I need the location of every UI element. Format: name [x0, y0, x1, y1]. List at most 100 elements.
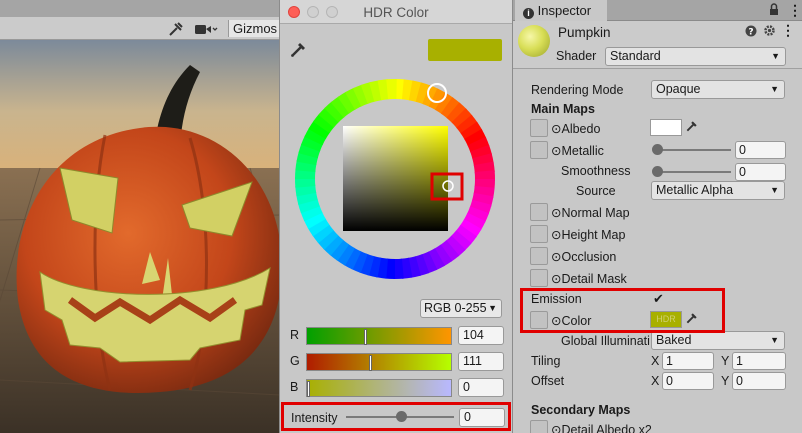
inspector-panel: i Inspector ⋮ Pumpkin ? ⋮ Shader Standar…	[513, 0, 802, 433]
source-label: Source	[576, 184, 616, 198]
metallic-value-field[interactable]: 0	[735, 141, 786, 159]
info-icon: i	[523, 8, 534, 19]
gizmos-button[interactable]: Gizmos	[228, 20, 280, 37]
detail-albedo-row-label: ⊙Detail Albedo x2	[551, 422, 652, 433]
offset-x-label: X	[651, 374, 660, 388]
material-preview-ball	[518, 25, 550, 57]
tiling-y-label: Y	[721, 354, 730, 368]
occlusion-label: Occlusion	[561, 250, 617, 264]
metallic-texture-slot[interactable]	[530, 141, 548, 159]
hue-wheel[interactable]	[287, 79, 507, 279]
color-mode-select[interactable]: RGB 0-255 ▼	[420, 299, 502, 318]
chevron-down-icon: ▼	[770, 335, 779, 345]
camera-icon[interactable]	[194, 20, 218, 37]
shader-label: Shader	[556, 49, 597, 63]
g-slider-handle[interactable]	[369, 355, 372, 371]
g-label: G	[290, 354, 300, 368]
chevron-down-icon: ▼	[771, 51, 780, 61]
settings-icon[interactable]	[763, 24, 776, 40]
occlusion-row-label: ⊙Occlusion	[551, 249, 616, 264]
normal-map-row-label: ⊙Normal Map	[551, 205, 630, 220]
source-select[interactable]: Metallic Alpha ▼	[651, 181, 785, 200]
main-maps-title: Main Maps	[531, 102, 595, 116]
offset-y-field[interactable]: 0	[732, 372, 786, 390]
material-header: Pumpkin ? ⋮ Shader Standard ▼	[513, 21, 802, 69]
detail-mask-label: Detail Mask	[561, 272, 627, 286]
picker-icon: ⊙	[551, 250, 562, 264]
source-value: Metallic Alpha	[656, 183, 734, 197]
albedo-color-field[interactable]	[650, 119, 682, 136]
emission-highlight-box	[520, 288, 725, 333]
g-slider-row: G 111	[290, 352, 504, 371]
intensity-row: Intensity 0	[281, 402, 511, 431]
smoothness-slider-handle[interactable]	[652, 166, 663, 177]
g-slider[interactable]	[306, 353, 452, 371]
detail-albedo-texture-slot[interactable]	[530, 420, 548, 433]
height-map-row-label: ⊙Height Map	[551, 227, 625, 242]
occlusion-texture-slot[interactable]	[530, 247, 548, 265]
smoothness-value-field[interactable]: 0	[735, 163, 786, 181]
r-value-field[interactable]: 104	[458, 326, 504, 345]
chevron-down-icon: ▼	[770, 185, 779, 195]
eyedropper-icon[interactable]	[685, 119, 699, 136]
shader-select[interactable]: Standard ▼	[605, 47, 786, 66]
scene-view-panel: Gizmos	[0, 0, 280, 433]
r-slider-handle[interactable]	[364, 329, 367, 345]
scene-toolbar: Gizmos	[0, 17, 280, 40]
hdr-window-title: HDR Color	[363, 5, 429, 20]
picker-icon: ⊙	[551, 423, 562, 433]
metallic-row-label: ⊙Metallic	[551, 143, 604, 158]
metallic-slider[interactable]	[656, 149, 731, 151]
chevron-down-icon: ▼	[488, 303, 497, 313]
smoothness-slider[interactable]	[656, 171, 731, 173]
intensity-slider-handle[interactable]	[396, 411, 407, 422]
svg-text:?: ?	[748, 28, 753, 38]
secondary-maps-title: Secondary Maps	[531, 403, 631, 417]
b-slider[interactable]	[306, 379, 452, 397]
intensity-value-field[interactable]: 0	[459, 408, 505, 427]
r-slider[interactable]	[306, 327, 452, 345]
smoothness-label: Smoothness	[561, 164, 631, 178]
tab-inspector[interactable]: i Inspector	[515, 0, 607, 21]
tiling-y-field[interactable]: 1	[732, 352, 786, 370]
height-map-label: Height Map	[561, 228, 626, 242]
b-label: B	[290, 380, 299, 394]
pumpkin-viewport[interactable]	[0, 40, 280, 433]
lock-icon[interactable]	[769, 3, 779, 19]
metallic-slider-handle[interactable]	[652, 144, 663, 155]
detail-mask-row-label: ⊙Detail Mask	[551, 271, 627, 286]
more-options-icon[interactable]: ⋮	[781, 22, 795, 39]
help-icon[interactable]: ?	[745, 25, 757, 40]
normal-map-label: Normal Map	[561, 206, 630, 220]
hue-ring-segment	[386, 79, 397, 100]
picker-icon: ⊙	[551, 144, 562, 158]
global-illumination-select[interactable]: Baked ▼	[651, 331, 785, 350]
tiling-x-field[interactable]: 1	[662, 352, 714, 370]
height-map-texture-slot[interactable]	[530, 225, 548, 243]
metallic-label: Metallic	[561, 144, 604, 158]
global-illumination-label: Global Illuminati	[561, 334, 650, 348]
gizmos-label: Gizmos	[233, 21, 278, 36]
hdr-title-bar: HDR Color	[280, 0, 512, 24]
g-value-field[interactable]: 111	[458, 352, 504, 371]
scene-tab-strip	[0, 0, 280, 17]
detail-albedo-label: Detail Albedo x2	[561, 423, 652, 433]
detail-mask-texture-slot[interactable]	[530, 269, 548, 287]
eyedropper-icon[interactable]	[290, 40, 308, 61]
b-slider-handle[interactable]	[307, 381, 310, 397]
offset-x-field[interactable]: 0	[662, 372, 714, 390]
more-options-icon[interactable]: ⋮	[788, 2, 802, 19]
r-label: R	[290, 328, 300, 342]
picker-icon: ⊙	[551, 228, 562, 242]
albedo-texture-slot[interactable]	[530, 119, 548, 137]
hdr-color-window: HDR Color RGB 0-255 ▼ R 104 G 111 B 0 In…	[279, 0, 513, 433]
r-slider-row: R 104	[290, 326, 504, 345]
rendering-mode-select[interactable]: Opaque ▼	[651, 80, 785, 99]
normal-map-texture-slot[interactable]	[530, 203, 548, 221]
rendering-mode-label: Rendering Mode	[531, 83, 624, 97]
rendering-mode-value: Opaque	[656, 82, 701, 96]
tools-icon[interactable]	[168, 20, 184, 37]
offset-label: Offset	[531, 374, 565, 388]
picker-icon: ⊙	[551, 272, 562, 286]
b-value-field[interactable]: 0	[458, 378, 504, 397]
